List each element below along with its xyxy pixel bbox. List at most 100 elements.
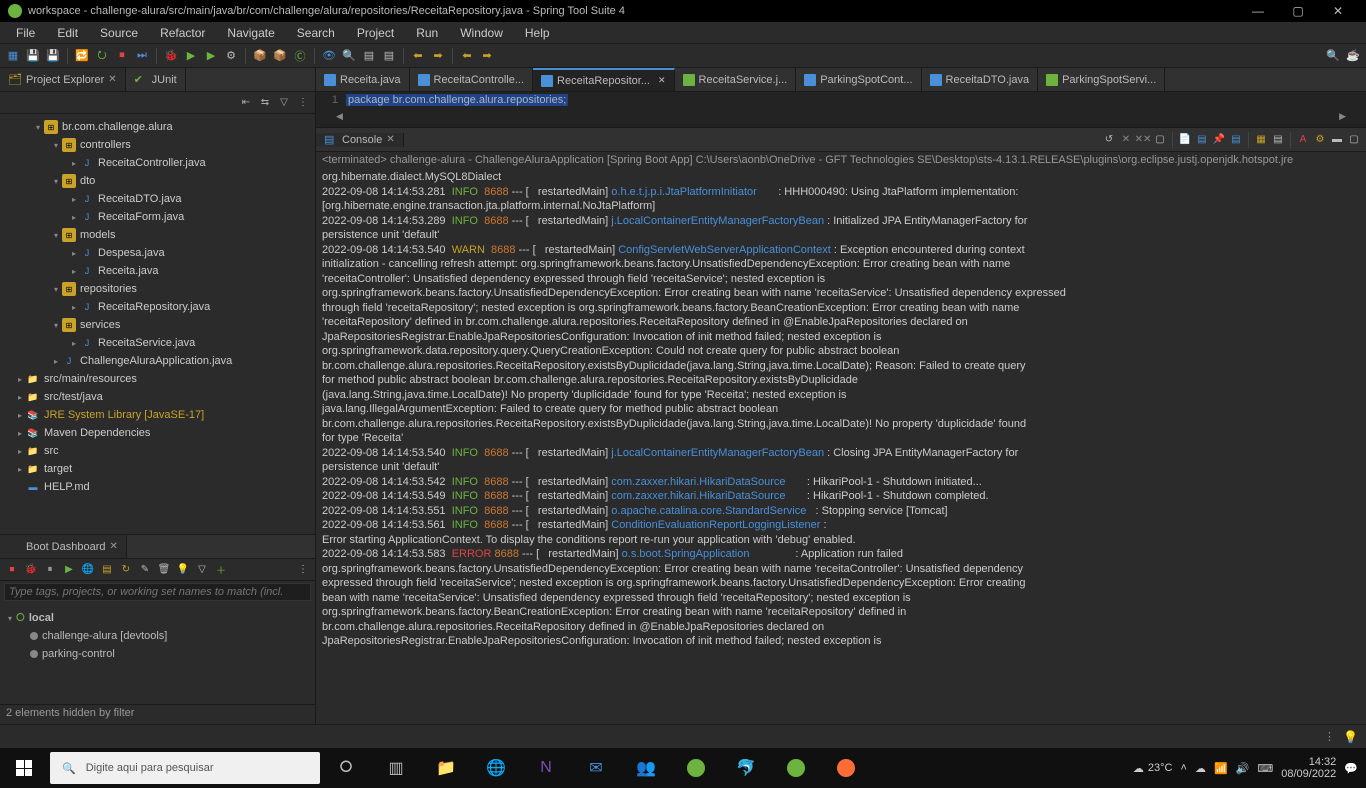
- code-editor[interactable]: 1package br.com.challenge.alura.reposito…: [316, 92, 1366, 128]
- editor-tab[interactable]: ReceitaControlle...: [410, 68, 534, 91]
- next-edit-icon[interactable]: ➡: [478, 47, 496, 65]
- tree-node[interactable]: dto: [80, 175, 95, 187]
- editor-tab[interactable]: ReceitaDTO.java: [922, 68, 1039, 91]
- open-type-icon[interactable]: 👁: [320, 47, 338, 65]
- close-icon[interactable]: ✕: [658, 75, 666, 86]
- tree-node[interactable]: models: [80, 229, 115, 241]
- editor-tab[interactable]: Receita.java: [316, 68, 410, 91]
- tab-boot-dashboard[interactable]: Boot Dashboard ✕: [0, 535, 127, 558]
- skip-icon[interactable]: ⏭: [133, 47, 151, 65]
- filter-icon[interactable]: ▽: [276, 95, 292, 111]
- tree-node[interactable]: src/main/resources: [44, 373, 137, 385]
- mysql-icon[interactable]: 🐬: [722, 748, 770, 788]
- external-icon[interactable]: ⚙: [222, 47, 240, 65]
- start-button[interactable]: [0, 748, 48, 788]
- coverage-icon[interactable]: ▶: [202, 47, 220, 65]
- save-all-icon[interactable]: 💾: [44, 47, 62, 65]
- editor-tab[interactable]: ParkingSpotServi...: [1038, 68, 1165, 91]
- sound-icon[interactable]: 🔊: [1236, 762, 1250, 775]
- spring2-icon[interactable]: [772, 748, 820, 788]
- tree-node[interactable]: ReceitaRepository.java: [98, 301, 210, 313]
- perspective-icon[interactable]: ☕: [1344, 47, 1362, 65]
- redebug-icon[interactable]: 🐞: [23, 562, 39, 578]
- tree-node[interactable]: repositories: [80, 283, 137, 295]
- tree-node[interactable]: Maven Dependencies: [44, 427, 150, 439]
- postman-icon[interactable]: [822, 748, 870, 788]
- project-tree[interactable]: ▾⊞br.com.challenge.alura ▾⊞controllers ▸…: [0, 114, 315, 534]
- scroll-right-icon[interactable]: ▶: [1339, 111, 1346, 122]
- close-tab-icon[interactable]: ✕: [110, 541, 118, 552]
- weather-widget[interactable]: ☁ 23°C: [1133, 762, 1173, 775]
- notifications-icon[interactable]: 💬: [1344, 762, 1358, 775]
- view-menu-icon[interactable]: ⋮: [295, 95, 311, 111]
- link-editor-icon[interactable]: ⇆: [257, 95, 273, 111]
- trash-icon[interactable]: 🗑: [156, 562, 172, 578]
- tree-node[interactable]: src/test/java: [44, 391, 103, 403]
- menu-refactor[interactable]: Refactor: [150, 24, 215, 42]
- stop-icon[interactable]: ⏹: [4, 562, 20, 578]
- stop-icon[interactable]: ⏹: [113, 47, 131, 65]
- boot-app[interactable]: challenge-alura [devtools]: [8, 627, 307, 645]
- save-icon[interactable]: 💾: [24, 47, 42, 65]
- tree-node[interactable]: services: [80, 319, 120, 331]
- tree-node[interactable]: Despesa.java: [98, 247, 165, 259]
- tree-node[interactable]: ReceitaService.java: [98, 337, 195, 349]
- menu-run[interactable]: Run: [406, 24, 448, 42]
- maximize-icon[interactable]: ▢: [1346, 132, 1362, 148]
- boot-tree[interactable]: ▾⭘local challenge-alura [devtools] parki…: [0, 605, 315, 704]
- remove-all-icon[interactable]: ✕✕: [1135, 132, 1151, 148]
- spring-icon[interactable]: [672, 748, 720, 788]
- view-menu-icon[interactable]: ⋮: [295, 562, 311, 578]
- ansi-icon[interactable]: A: [1295, 132, 1311, 148]
- menu-edit[interactable]: Edit: [47, 24, 88, 42]
- onedrive-icon[interactable]: ☁: [1195, 762, 1206, 775]
- chevron-up-icon[interactable]: ˄: [1181, 762, 1187, 774]
- tree-node[interactable]: Receita.java: [98, 265, 159, 277]
- minimize-button[interactable]: —: [1238, 4, 1278, 18]
- pause-icon[interactable]: ⏸: [42, 562, 58, 578]
- explorer-icon[interactable]: 📁: [422, 748, 470, 788]
- wifi-icon[interactable]: 📶: [1214, 762, 1228, 775]
- open-console-icon[interactable]: ▦: [1253, 132, 1269, 148]
- remove-icon[interactable]: ✕: [1118, 132, 1134, 148]
- pin-icon[interactable]: 📌: [1211, 132, 1227, 148]
- tab-project-explorer[interactable]: 🗂 Project Explorer ✕: [0, 68, 126, 91]
- debug-icon[interactable]: 🐞: [162, 47, 180, 65]
- tree-node[interactable]: JRE System Library [JavaSE-17]: [44, 409, 204, 421]
- outline-icon[interactable]: ▤: [360, 47, 378, 65]
- fwd-nav-icon[interactable]: ➡: [429, 47, 447, 65]
- new-class-icon[interactable]: Ⓒ: [291, 47, 309, 65]
- tree-node[interactable]: target: [44, 463, 72, 475]
- teams-icon[interactable]: 👥: [622, 748, 670, 788]
- lang-icon[interactable]: ⌨: [1257, 762, 1273, 775]
- editor-tab[interactable]: ParkingSpotCont...: [796, 68, 921, 91]
- close-button[interactable]: ✕: [1318, 4, 1358, 18]
- menu-window[interactable]: Window: [450, 24, 513, 42]
- wrap-icon[interactable]: ↺: [1101, 132, 1117, 148]
- onenote-icon[interactable]: N: [522, 748, 570, 788]
- boot-group-local[interactable]: ▾⭘local: [8, 609, 307, 627]
- system-tray[interactable]: ☁ 23°C ˄ ☁ 📶 🔊 ⌨ 14:3208/09/2022 💬: [1125, 756, 1366, 780]
- bulb-icon[interactable]: 💡: [175, 562, 191, 578]
- display-icon[interactable]: ▤: [1228, 132, 1244, 148]
- run-icon[interactable]: ▶: [61, 562, 77, 578]
- globe-icon[interactable]: 🌐: [80, 562, 96, 578]
- tree-node[interactable]: ReceitaDTO.java: [98, 193, 182, 205]
- tree-node[interactable]: ReceitaForm.java: [98, 211, 184, 223]
- close-tab-icon[interactable]: ✕: [386, 134, 394, 145]
- taskview-icon[interactable]: ▥: [372, 748, 420, 788]
- new-icon[interactable]: ▦: [4, 47, 22, 65]
- edit-icon[interactable]: ✎: [137, 562, 153, 578]
- quick-access-icon[interactable]: 🔍: [1324, 47, 1342, 65]
- menu-project[interactable]: Project: [347, 24, 404, 42]
- new-pkg-icon[interactable]: 📦: [271, 47, 289, 65]
- task-icon[interactable]: ▤: [380, 47, 398, 65]
- boot-search-input[interactable]: [4, 583, 311, 601]
- drag-handle-icon[interactable]: ⋮: [1324, 730, 1335, 743]
- clock[interactable]: 14:3208/09/2022: [1281, 756, 1336, 780]
- tree-node[interactable]: controllers: [80, 139, 131, 151]
- new-java-icon[interactable]: 📦: [251, 47, 269, 65]
- menu-file[interactable]: File: [6, 24, 45, 42]
- scroll-lock-icon[interactable]: 📄: [1177, 132, 1193, 148]
- tree-node[interactable]: src: [44, 445, 59, 457]
